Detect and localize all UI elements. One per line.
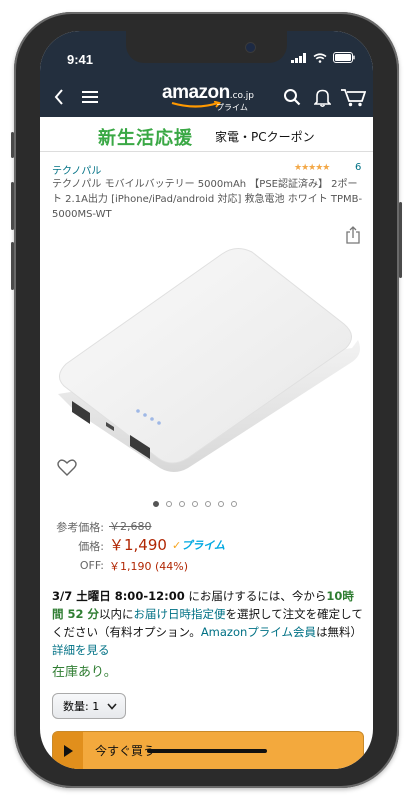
discount: ￥1,190 (44%) <box>109 560 189 573</box>
banner-text: 家電・PCクーポン <box>215 130 315 144</box>
heart-icon <box>57 459 77 476</box>
amazon-logo[interactable]: amazon.co.jp プライム <box>162 82 254 113</box>
notch <box>126 31 287 63</box>
banner-highlight: 新生活応援 <box>98 128 193 149</box>
power-button <box>399 202 402 278</box>
status-icons <box>291 52 355 63</box>
search-button[interactable] <box>280 77 304 117</box>
quantity-select[interactable]: 数量: 1 <box>52 693 126 719</box>
hamburger-menu-icon <box>82 91 98 103</box>
delivery-text-2: 以内に <box>99 607 134 621</box>
carousel-dot[interactable] <box>192 501 198 507</box>
rating-stars[interactable]: ★★★★★ <box>294 163 330 173</box>
prime-check-icon: ✓ <box>172 539 182 552</box>
list-price-label: 参考価格: <box>56 521 104 534</box>
carousel-dot[interactable] <box>179 501 185 507</box>
cart-button[interactable] <box>338 77 368 117</box>
chevron-down-icon <box>107 702 117 710</box>
quantity-label: 数量: 1 <box>63 700 100 713</box>
carousel-dot[interactable] <box>153 501 159 507</box>
screen: 9:41 amazon.co.jp プライム 新生活応援 家電・PCクーポン テ… <box>40 31 373 769</box>
volume-up-button <box>11 182 14 230</box>
play-icon <box>53 732 83 769</box>
price-label: 価格: <box>78 540 104 553</box>
buy-now-label: 今すぐ買う <box>95 744 156 758</box>
list-price: ￥2,680 <box>109 520 152 533</box>
delivery-info: 3/7 土曜日 8:00-12:00 にお届けするには、今から10時間 52 分… <box>52 587 364 659</box>
back-button[interactable] <box>48 77 70 117</box>
smile-arrow-icon <box>171 101 222 108</box>
volume-down-button <box>11 242 14 290</box>
prime-label: プライム <box>181 539 225 552</box>
search-icon <box>284 89 301 106</box>
nav-bar: amazon.co.jp プライム <box>40 77 373 117</box>
prime-member-link[interactable]: Amazonプライム会員 <box>201 625 316 639</box>
promo-banner[interactable]: 新生活応援 家電・PCクーポン <box>40 117 373 152</box>
price: ￥1,490 <box>109 536 167 554</box>
home-indicator[interactable] <box>147 749 267 753</box>
product-title: テクノパル モバイルバッテリー 5000mAh 【PSE認証済み】 2ポート 2… <box>52 179 363 220</box>
product-image[interactable] <box>52 236 362 486</box>
notifications-button[interactable] <box>310 77 334 117</box>
rating-count[interactable]: 6 <box>355 162 361 173</box>
cart-icon <box>341 89 366 107</box>
status-time: 9:41 <box>67 52 94 67</box>
carousel-dot[interactable] <box>166 501 172 507</box>
scheduled-delivery-link[interactable]: お届け日時指定便 <box>134 607 226 621</box>
carousel-dot[interactable] <box>205 501 211 507</box>
brand-link[interactable]: テクノパル <box>52 162 101 177</box>
delivery-date: 3/7 土曜日 8:00-12:00 <box>52 589 185 603</box>
logo-prime-text: プライム <box>216 103 248 112</box>
bell-icon <box>313 89 331 107</box>
stock-status: 在庫あり。 <box>52 665 117 680</box>
back-arrow-icon <box>54 89 63 105</box>
signal-icon <box>291 52 306 63</box>
image-carousel-dots[interactable] <box>153 501 237 507</box>
front-camera <box>245 42 256 53</box>
wifi-icon <box>313 52 327 63</box>
delivery-text-1: にお届けするには、今から <box>184 589 327 603</box>
wishlist-button[interactable] <box>57 459 77 481</box>
carousel-dot[interactable] <box>231 501 237 507</box>
details-link[interactable]: 詳細を見る <box>52 643 110 657</box>
prime-badge: ✓プライム <box>172 537 225 553</box>
carousel-dot[interactable] <box>218 501 224 507</box>
logo-wordmark: amazon <box>162 82 230 103</box>
logo-domain: .co.jp <box>229 91 254 101</box>
off-label: OFF: <box>79 559 104 572</box>
battery-icon <box>333 52 355 63</box>
delivery-text-4: は無料） <box>316 625 363 639</box>
mute-switch <box>11 132 14 158</box>
menu-button[interactable] <box>78 77 102 117</box>
